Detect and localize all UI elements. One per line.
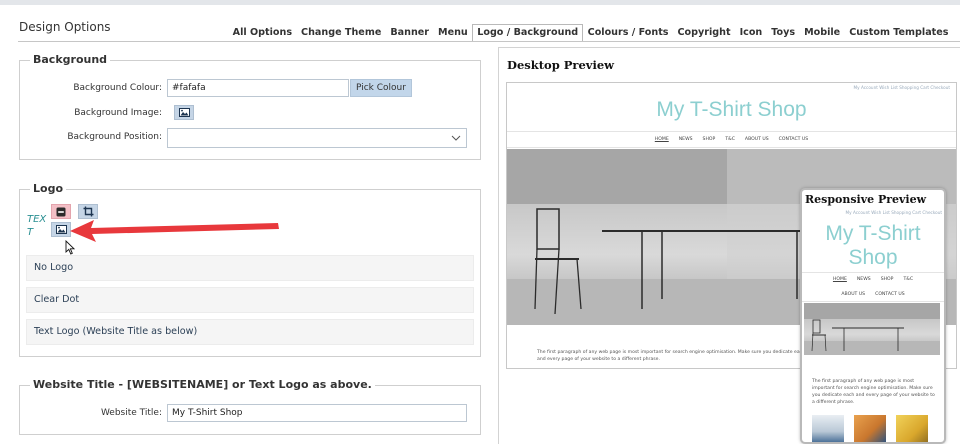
mouse-cursor-icon — [65, 240, 75, 255]
image-icon — [55, 225, 67, 234]
tab-menu[interactable]: Menu — [434, 27, 473, 41]
background-colour-input[interactable]: #fafafa — [167, 79, 349, 97]
top-strip — [0, 0, 960, 5]
desktop-nav-contact: CONTACT US — [778, 137, 809, 142]
desktop-nav: HOME NEWS SHOP T&C ABOUT US CONTACT US — [507, 137, 956, 142]
responsive-shop-title: My T-Shirt Shop — [825, 222, 921, 269]
responsive-preview-frame: Responsive Preview My Account Wish List … — [800, 188, 946, 444]
responsive-nav-contact: CONTACT US — [875, 292, 905, 297]
responsive-preview-title: Responsive Preview — [805, 193, 927, 206]
responsive-paragraph: The first paragraph of any web page is m… — [812, 379, 935, 405]
tab-icon[interactable]: Icon — [735, 27, 767, 41]
product-thumb-2 — [854, 415, 886, 442]
product-thumb-3 — [896, 415, 928, 442]
desktop-nav-home: HOME — [654, 137, 669, 142]
product-thumbnails — [812, 415, 938, 442]
desktop-nav-news: NEWS — [678, 137, 693, 142]
desktop-nav-shop: SHOP — [702, 137, 716, 142]
tab-custom-templates[interactable]: Custom Templates — [845, 27, 953, 41]
pick-colour-button[interactable]: Pick Colour — [350, 79, 412, 97]
tab-copyright[interactable]: Copyright — [673, 27, 735, 41]
tab-divider — [18, 41, 960, 42]
desktop-top-links: My Account Wish List Shopping Cart Check… — [853, 85, 950, 90]
website-title-input[interactable]: My T-Shirt Shop — [167, 404, 467, 422]
background-position-label: Background Position: — [67, 132, 162, 142]
website-title-label: Website Title: — [100, 408, 162, 418]
logo-option-no-logo[interactable]: No Logo — [26, 255, 474, 281]
tab-banner[interactable]: Banner — [386, 27, 434, 41]
responsive-nav-tc: T&C — [903, 277, 914, 282]
logo-legend: Logo — [30, 182, 66, 195]
desktop-nav-rule-top — [507, 131, 956, 132]
desktop-paragraph: The first paragraph of any web page is m… — [537, 350, 806, 362]
responsive-nav-news: NEWS — [856, 277, 871, 282]
responsive-nav-rule-top — [802, 272, 944, 273]
website-title-legend: Website Title - [WEBSITENAME] or Text Lo… — [30, 378, 375, 391]
background-colour-label: Background Colour: — [73, 83, 162, 93]
background-position-select[interactable] — [167, 128, 467, 148]
responsive-nav-row-2: ABOUT US CONTACT US — [802, 292, 944, 297]
responsive-top-links: My Account Wish List Shopping Cart Check… — [845, 210, 942, 215]
tab-all-options[interactable]: All Options — [228, 27, 296, 41]
responsive-nav-home: HOME — [832, 277, 847, 282]
logo-image-button[interactable] — [51, 222, 71, 237]
logo-option-clear-dot[interactable]: Clear Dot — [26, 287, 474, 313]
responsive-nav-about: ABOUT US — [841, 292, 866, 297]
text-logo-tag: TEXT — [27, 214, 47, 238]
desktop-nav-about: ABOUT US — [744, 137, 769, 142]
responsive-nav-rule-bottom — [802, 301, 944, 302]
crop-icon — [83, 206, 93, 217]
annotation-arrow — [70, 220, 279, 242]
desktop-nav-rule-bottom — [507, 147, 956, 148]
product-thumb-1 — [812, 415, 844, 442]
chevron-down-icon — [451, 135, 461, 141]
background-image-button[interactable] — [174, 105, 194, 120]
desktop-nav-tc: T&C — [725, 137, 735, 142]
page-title: Design Options — [19, 20, 111, 34]
responsive-nav-row-1: HOME NEWS SHOP T&C — [802, 277, 944, 282]
minus-icon — [56, 207, 66, 216]
image-icon — [178, 108, 190, 117]
responsive-nav-shop: SHOP — [880, 277, 894, 282]
responsive-hero-image — [804, 303, 940, 355]
desktop-preview-title: Desktop Preview — [507, 58, 615, 72]
tab-toys[interactable]: Toys — [767, 27, 800, 41]
crop-logo-button[interactable] — [78, 204, 98, 219]
tab-logo-background[interactable]: Logo / Background — [472, 24, 584, 42]
background-image-label: Background Image: — [74, 108, 162, 118]
tab-bar: All Options Change Theme Banner Menu Log… — [228, 24, 953, 42]
tab-colours-fonts[interactable]: Colours / Fonts — [583, 27, 673, 41]
logo-option-text-logo[interactable]: Text Logo (Website Title as below) — [26, 319, 474, 345]
background-legend: Background — [30, 53, 111, 66]
remove-logo-button[interactable] — [51, 204, 71, 219]
tab-mobile[interactable]: Mobile — [800, 27, 845, 41]
tab-change-theme[interactable]: Change Theme — [297, 27, 386, 41]
desktop-shop-title: My T-Shirt Shop — [656, 98, 807, 121]
chair-table-small-illustration — [804, 303, 940, 355]
